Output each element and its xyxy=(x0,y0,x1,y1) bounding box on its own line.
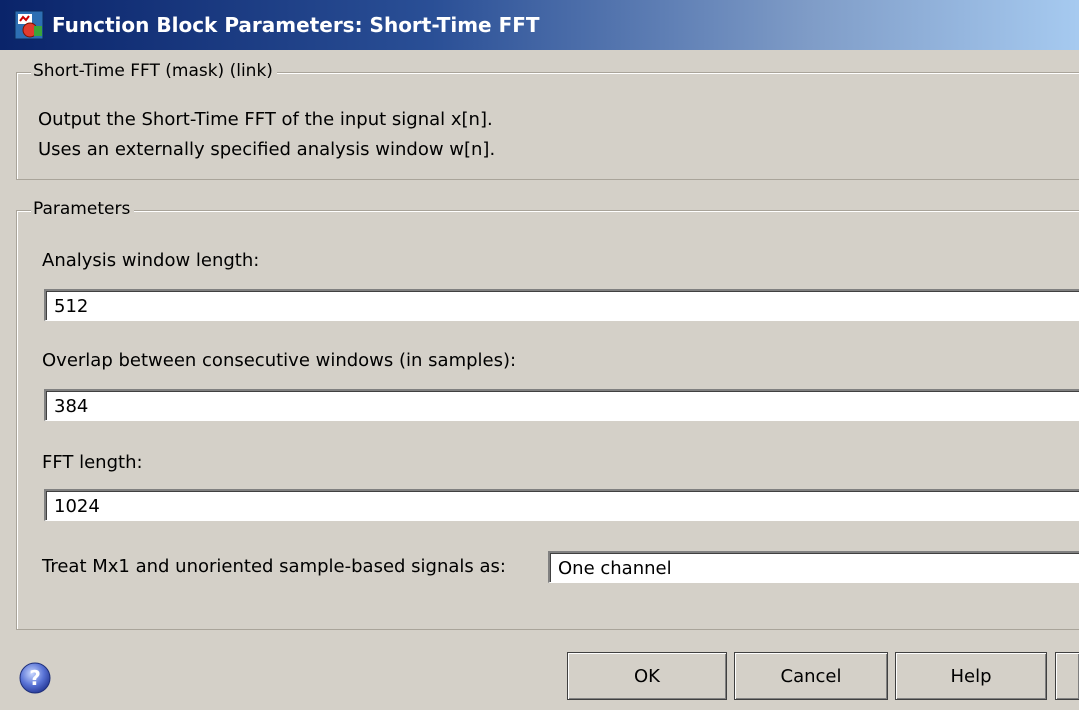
description-line-2: Uses an externally specified analysis wi… xyxy=(38,139,496,160)
question-circle-icon[interactable]: ? xyxy=(18,661,52,695)
treat-signals-label: Treat Mx1 and unoriented sample-based si… xyxy=(42,556,506,577)
help-button[interactable]: Help xyxy=(895,652,1047,700)
description-group: Short-Time FFT (mask) (link) Output the … xyxy=(16,61,1079,180)
overlap-label: Overlap between consecutive windows (in … xyxy=(42,350,517,371)
simulink-block-icon xyxy=(14,10,44,40)
fft-length-label: FFT length: xyxy=(42,452,143,473)
title-bar[interactable]: Function Block Parameters: Short-Time FF… xyxy=(0,0,1079,50)
parameters-group-legend: Parameters xyxy=(31,199,135,219)
window-title: Function Block Parameters: Short-Time FF… xyxy=(52,13,540,37)
cancel-button[interactable]: Cancel xyxy=(734,652,888,700)
treat-signals-select[interactable]: One channel xyxy=(548,551,1079,583)
fft-length-input[interactable]: 1024 xyxy=(44,489,1079,521)
description-line-1: Output the Short-Time FFT of the input s… xyxy=(38,109,493,130)
apply-button-partial[interactable] xyxy=(1055,652,1079,700)
analysis-window-length-input[interactable]: 512 xyxy=(44,289,1079,321)
analysis-window-length-label: Analysis window length: xyxy=(42,250,260,271)
overlap-input[interactable]: 384 xyxy=(44,389,1079,421)
ok-button[interactable]: OK xyxy=(567,652,727,700)
svg-text:?: ? xyxy=(29,666,41,690)
description-group-legend: Short-Time FFT (mask) (link) xyxy=(31,61,277,81)
